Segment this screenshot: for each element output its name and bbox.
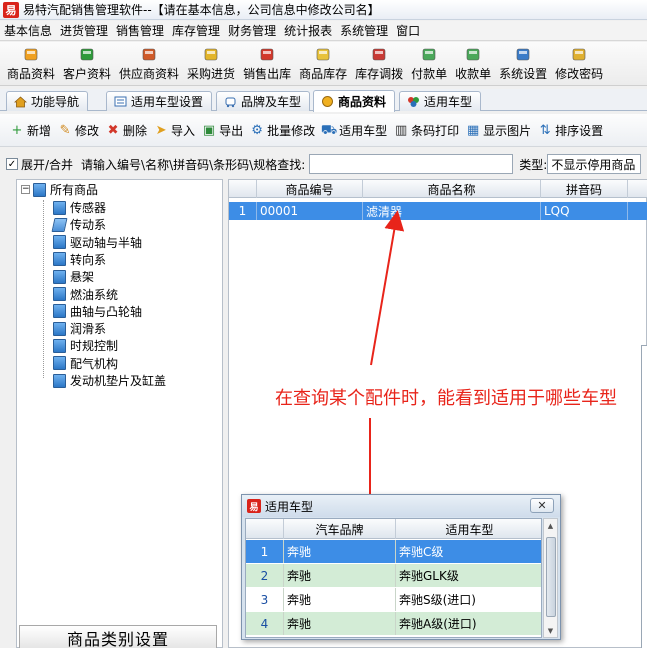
- arrow-up: [370, 210, 405, 366]
- fit-model-grid: 汽车品牌 适用车型 1 奔驰 奔驰C级 2 奔驰 奔驰GLK级 3 奔驰 奔驰S级(进口) 4 奔驰…: [245, 518, 542, 638]
- column-header[interactable]: 汽车品牌: [284, 519, 396, 539]
- table-row[interactable]: 1 奔驰 奔驰C级: [246, 540, 541, 563]
- scroll-thumb[interactable]: [546, 537, 556, 617]
- model-cell[interactable]: 奔驰S级(进口): [396, 588, 541, 611]
- popup-scrollbar[interactable]: ▲ ▼: [543, 518, 558, 638]
- model-cell[interactable]: 奔驰A级(进口): [396, 612, 541, 635]
- table-row[interactable]: 4 奔驰 奔驰A级(进口): [246, 612, 541, 635]
- table-row[interactable]: 3 奔驰 奔驰S级(进口): [246, 588, 541, 611]
- popup-title-bar[interactable]: 易 适用车型 ✕: [242, 495, 560, 517]
- row-number: 1: [246, 540, 284, 563]
- column-header[interactable]: 适用车型: [396, 519, 541, 539]
- row-number: 4: [246, 612, 284, 635]
- brand-cell[interactable]: 奔驰: [284, 612, 396, 635]
- row-number-header: [246, 519, 284, 539]
- fit-model-popup: 易 适用车型 ✕ 汽车品牌 适用车型 1 奔驰 奔驰C级 2 奔驰 奔驰GLK级 3 奔驰 奔驰…: [241, 494, 561, 640]
- table-row[interactable]: 2 奔驰 奔驰GLK级: [246, 564, 541, 587]
- popup-grid-header: 汽车品牌 适用车型: [246, 519, 541, 539]
- brand-cell[interactable]: 奔驰: [284, 564, 396, 587]
- model-cell[interactable]: 奔驰C级: [396, 540, 541, 563]
- row-number: 3: [246, 588, 284, 611]
- scroll-down-icon[interactable]: ▼: [544, 624, 557, 637]
- popup-logo-icon: 易: [247, 499, 261, 513]
- row-number: 2: [246, 564, 284, 587]
- brand-cell[interactable]: 奔驰: [284, 588, 396, 611]
- brand-cell[interactable]: 奔驰: [284, 540, 396, 563]
- annotation-text: 在查询某个配件时，能看到适用于哪些车型: [275, 388, 617, 409]
- model-cell[interactable]: 奔驰GLK级: [396, 564, 541, 587]
- scroll-up-icon[interactable]: ▲: [544, 519, 557, 532]
- popup-title: 适用车型: [265, 499, 314, 514]
- close-icon[interactable]: ✕: [530, 498, 554, 513]
